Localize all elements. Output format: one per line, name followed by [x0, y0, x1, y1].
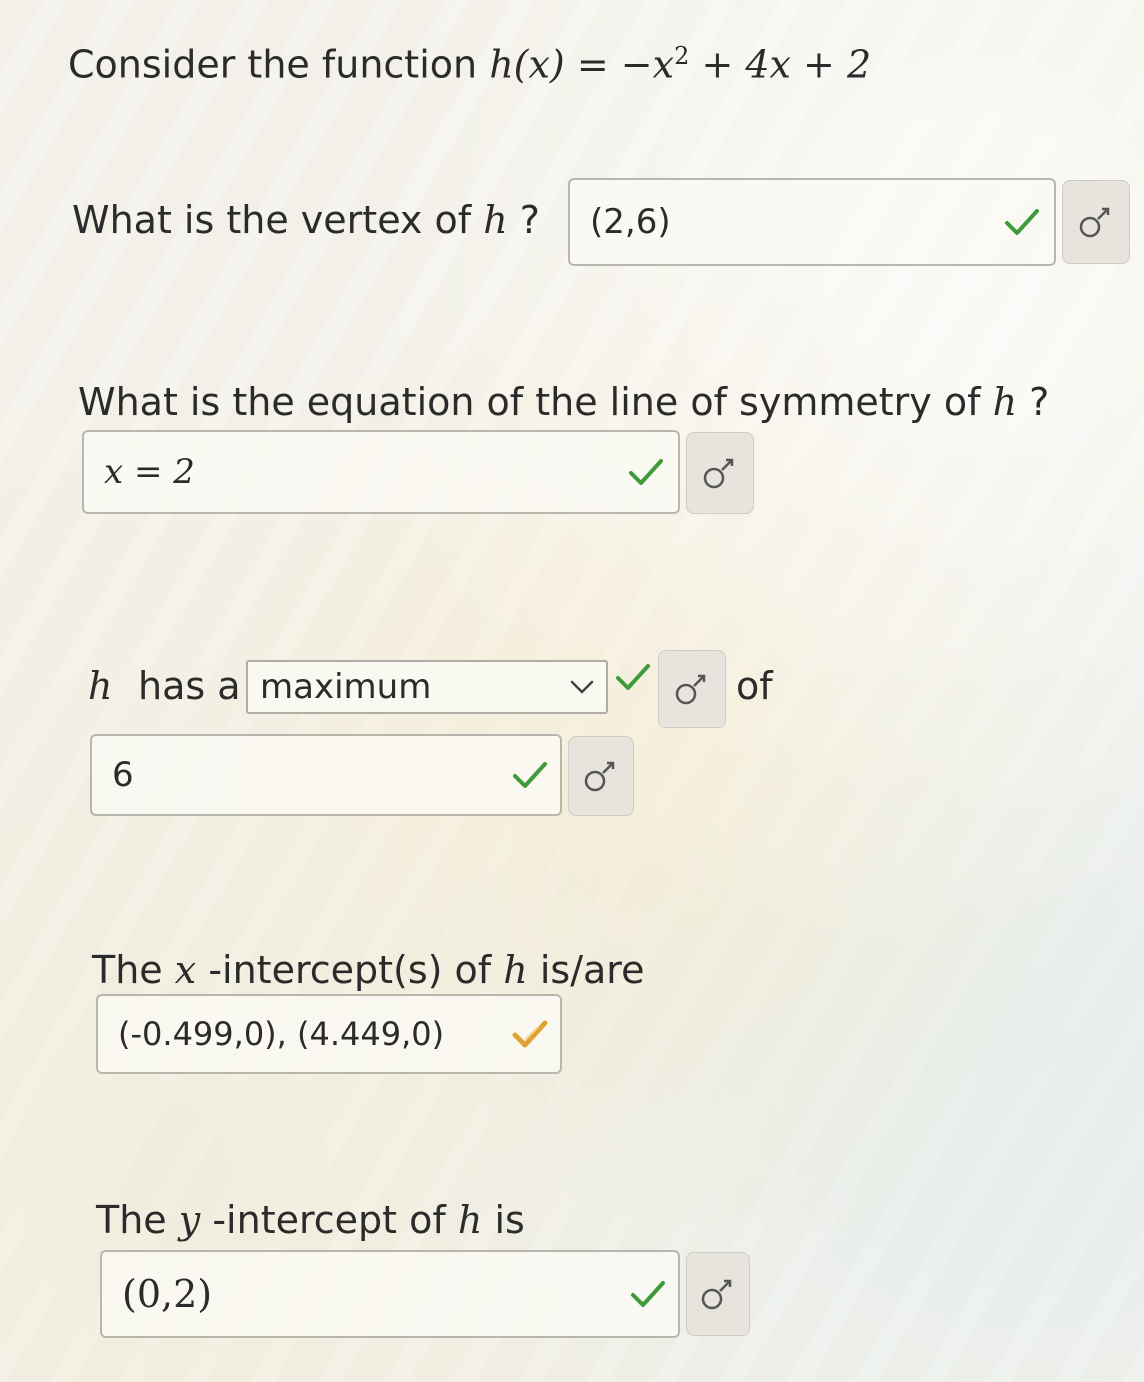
check-icon [513, 762, 547, 788]
vertex-prompt: What is the vertex of [72, 198, 472, 242]
yint-func: h [457, 1198, 483, 1242]
extremum-var: h [88, 664, 113, 708]
xint-question: The x -intercept(s) of h is/are [92, 948, 644, 992]
math-symbols-icon [701, 1279, 732, 1310]
partial-check-icon [512, 1020, 548, 1048]
problem-statement: Consider the function h(x) = −x2 + 4x + … [68, 42, 871, 87]
yint-answer-value: (0,2) [122, 1272, 213, 1316]
math-symbols-icon [703, 458, 734, 489]
yint-var: y [178, 1198, 201, 1242]
xint-answer-value: (-0.499,0), (4.449,0) [118, 1015, 445, 1053]
problem-prefix: Consider the function [68, 42, 478, 87]
extremum-has-a: has a [138, 664, 241, 708]
equation-lhs: = −x [576, 42, 675, 87]
vertex-question: What is the vertex of h ? [72, 198, 540, 242]
extremum-value-math-symbols-button[interactable] [568, 736, 634, 816]
xint-the: The [92, 948, 163, 992]
math-symbols-icon [675, 674, 706, 705]
symmetry-prompt: What is the equation of the line of symm… [78, 380, 981, 424]
yint-question: The y -intercept of h is [96, 1198, 525, 1242]
symmetry-question: What is the equation of the line of symm… [78, 380, 1049, 424]
yint-end: is [494, 1198, 525, 1242]
symmetry-answer-field[interactable]: x = 2 [82, 430, 680, 514]
xint-end: is/are [539, 948, 645, 992]
symmetry-answer-value: x = 2 [104, 452, 195, 492]
vertex-math-symbols-button[interactable] [1062, 180, 1130, 264]
vertex-qmark: ? [519, 198, 540, 242]
math-symbols-icon [584, 761, 615, 792]
extremum-value-field[interactable]: 6 [90, 734, 562, 816]
func-name: h [489, 42, 514, 87]
extremum-math-symbols-button[interactable] [658, 650, 726, 728]
check-icon [631, 1281, 665, 1307]
yint-the: The [96, 1198, 167, 1242]
vertex-var: h [483, 198, 508, 242]
yint-answer-field[interactable]: (0,2) [100, 1250, 680, 1338]
yint-math-symbols-button[interactable] [686, 1252, 750, 1336]
vertex-answer-field[interactable]: (2,6) [568, 178, 1056, 266]
extremum-of: of [736, 664, 773, 708]
xint-func: h [503, 948, 528, 992]
yint-mid: -intercept of [212, 1198, 446, 1242]
chevron-down-icon [570, 680, 594, 694]
func-arg: (x) [513, 42, 565, 87]
xint-var: x [174, 948, 197, 992]
xint-mid: -intercept(s) of [208, 948, 492, 992]
check-icon [1005, 209, 1039, 235]
xint-answer-field[interactable]: (-0.499,0), (4.449,0) [96, 994, 562, 1074]
equation-rest: + 4x + 2 [701, 42, 872, 87]
check-icon [629, 459, 663, 485]
symmetry-math-symbols-button[interactable] [686, 432, 754, 514]
extremum-type-select[interactable]: maximum [246, 660, 608, 714]
extremum-selected-value: maximum [260, 667, 432, 707]
exponent: 2 [674, 42, 690, 70]
symmetry-qmark: ? [1029, 380, 1050, 424]
vertex-answer-value: (2,6) [590, 202, 671, 242]
symmetry-var: h [992, 380, 1018, 424]
extremum-value: 6 [112, 755, 134, 795]
math-symbols-icon [1079, 207, 1110, 238]
check-icon [616, 664, 650, 690]
